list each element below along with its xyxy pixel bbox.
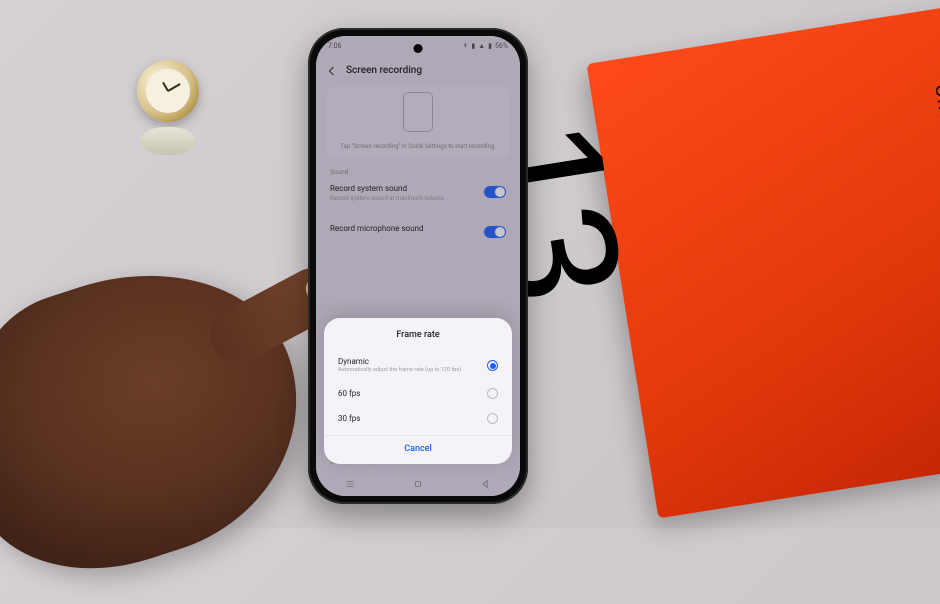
hand — [0, 232, 335, 603]
clock-base — [140, 127, 195, 155]
box-brand: OnePlus 13 — [930, 82, 940, 196]
option-dynamic-desc: Automatically adjust the frame rate (up … — [338, 367, 479, 374]
option-30fps[interactable]: 30 fps — [324, 406, 512, 431]
option-60fps[interactable]: 60 fps — [324, 381, 512, 406]
option-dynamic[interactable]: Dynamic Automatically adjust the frame r… — [324, 350, 512, 381]
clock-face — [137, 60, 199, 122]
phone-frame: 7:06 ▮ ▲ ▮ 56% Screen recording — [308, 28, 528, 504]
option-60fps-radio[interactable] — [487, 388, 498, 399]
sheet-title: Frame rate — [324, 330, 512, 340]
frame-rate-sheet: Frame rate Dynamic Automatically adjust … — [324, 318, 512, 464]
clock-dial — [146, 69, 190, 113]
desk-clock — [130, 60, 205, 155]
front-camera — [414, 44, 423, 53]
option-30fps-label: 30 fps — [338, 414, 479, 423]
phone-screen: 7:06 ▮ ▲ ▮ 56% Screen recording — [316, 36, 520, 496]
product-box: 13 OnePlus 13 — [586, 2, 940, 519]
option-dynamic-radio[interactable] — [487, 360, 498, 371]
option-30fps-radio[interactable] — [487, 413, 498, 424]
option-dynamic-label: Dynamic — [338, 357, 479, 366]
cancel-button[interactable]: Cancel — [324, 435, 512, 456]
option-60fps-label: 60 fps — [338, 389, 479, 398]
